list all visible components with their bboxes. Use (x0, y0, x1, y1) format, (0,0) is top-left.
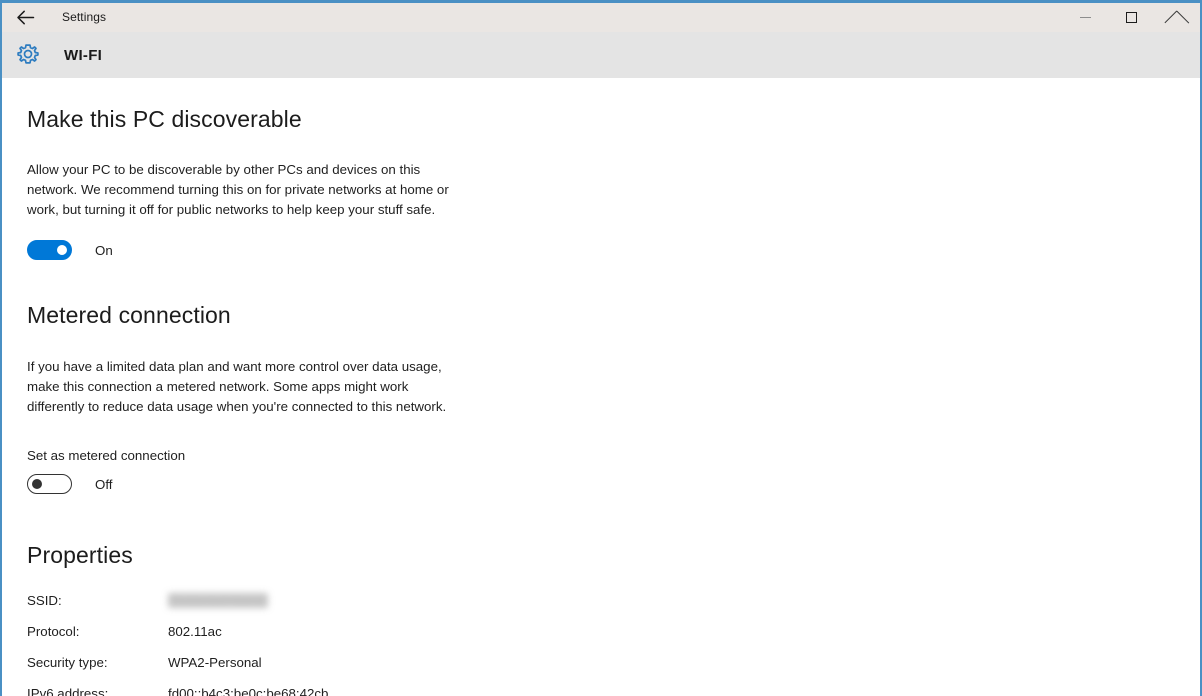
property-label: Protocol: (27, 624, 80, 639)
minimize-icon (1079, 17, 1091, 18)
back-button[interactable] (2, 3, 48, 32)
property-row: SSID: Redacted Name (27, 593, 1200, 624)
section-description-discoverable: Allow your PC to be discoverable by othe… (27, 162, 449, 217)
property-row: Protocol: 802.11ac (27, 624, 1200, 655)
property-value: 802.11ac (168, 624, 222, 639)
section-title-properties: Properties (27, 542, 133, 568)
settings-window: Settings WI-FI Make this PC discoverable… (0, 0, 1202, 696)
discoverable-toggle-state: On (95, 242, 113, 258)
minimize-button[interactable] (1062, 3, 1108, 32)
title-bar: Settings (2, 3, 1200, 32)
discoverable-toggle-row: On (27, 240, 1200, 260)
property-label: Security type: (27, 655, 108, 670)
properties-list: SSID: Redacted Name Protocol: 802.11ac Secur… (27, 593, 1200, 696)
toggle-knob (32, 479, 42, 489)
page-title: WI-FI (64, 46, 103, 64)
metered-toggle-row: Off (27, 474, 1200, 494)
maximize-button[interactable] (1108, 3, 1154, 32)
back-arrow-icon (16, 10, 35, 25)
close-icon (1171, 11, 1184, 24)
settings-content: Make this PC discoverable Allow your PC … (2, 78, 1200, 696)
window-controls (1062, 3, 1200, 32)
toggle-knob (57, 245, 67, 255)
section-description-metered: If you have a limited data plan and want… (27, 359, 447, 414)
close-button[interactable] (1154, 3, 1200, 32)
maximize-icon (1125, 12, 1137, 23)
page-header: WI-FI (2, 32, 1200, 78)
property-label: SSID: (27, 593, 62, 608)
section-metered: Metered connection If you have a limited… (2, 302, 1200, 494)
metered-toggle[interactable] (27, 474, 72, 494)
section-title-discoverable: Make this PC discoverable (27, 106, 302, 132)
property-label: IPv6 address: (27, 686, 109, 696)
gear-icon (14, 41, 42, 69)
metered-toggle-state: Off (95, 476, 113, 492)
section-discoverable: Make this PC discoverable Allow your PC … (2, 106, 1200, 260)
discoverable-toggle[interactable] (27, 240, 72, 260)
property-row: Security type: WPA2-Personal (27, 655, 1200, 686)
section-properties: Properties SSID: Redacted Name Protocol: 80… (2, 542, 1200, 696)
property-value: WPA2-Personal (168, 655, 262, 670)
property-value: fd00::b4c3:be0c:be68:42cb (168, 686, 329, 696)
property-value-redacted: Redacted Name (168, 593, 269, 608)
property-row: IPv6 address: fd00::b4c3:be0c:be68:42cb (27, 686, 1200, 696)
app-title: Settings (62, 10, 107, 24)
metered-toggle-label: Set as metered connection (27, 448, 186, 463)
section-title-metered: Metered connection (27, 302, 231, 328)
